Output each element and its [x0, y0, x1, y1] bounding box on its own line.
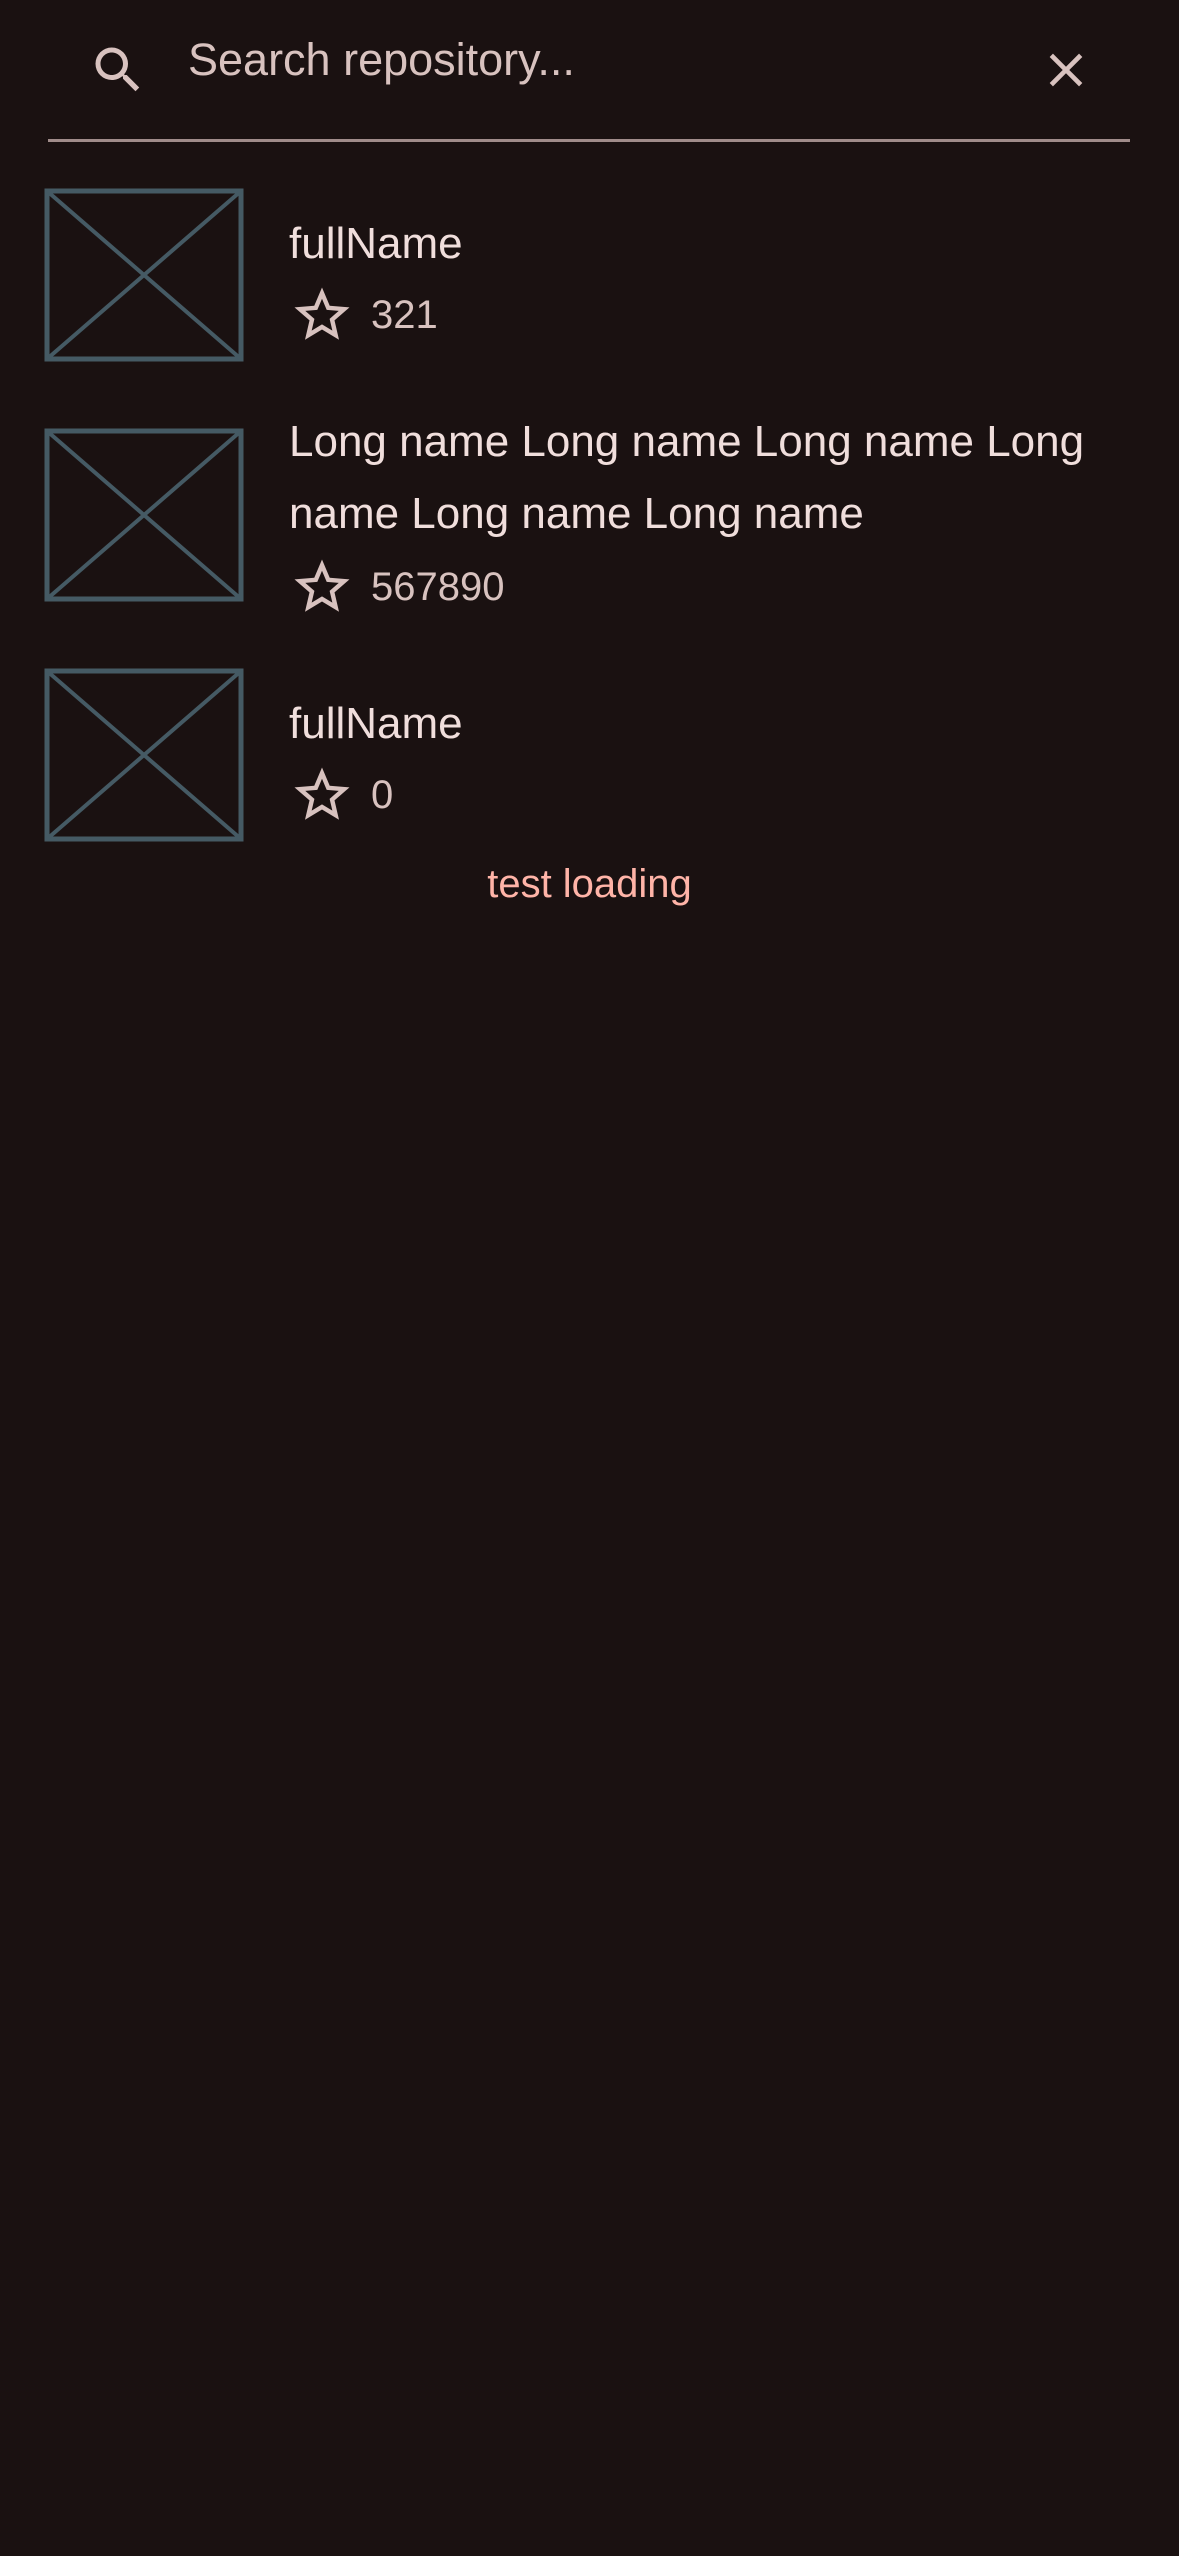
image-placeholder [44, 668, 244, 842]
star-count-row: 567890 [289, 554, 504, 620]
search-bar [48, 0, 1130, 142]
star-count-row: 0 [289, 762, 393, 828]
loading-text: test loading [487, 862, 692, 906]
close-icon [1049, 53, 1083, 87]
star-outline-icon [294, 767, 350, 820]
list-item[interactable]: fullName 321 [44, 188, 1144, 368]
star-count-row: 321 [289, 282, 438, 348]
image-placeholder [44, 428, 244, 602]
star-count: 321 [371, 292, 438, 337]
star-count: 567890 [371, 564, 505, 609]
star-outline-icon [294, 559, 350, 612]
list-item[interactable]: Long name Long name Long name Long name … [44, 417, 1144, 612]
image-placeholder [44, 188, 244, 362]
list-item[interactable]: fullName 0 [44, 668, 1144, 848]
repo-name: fullName [289, 219, 463, 268]
repo-name: Long name Long name Long name Long name … [289, 417, 1085, 538]
search-icon [95, 47, 140, 92]
search-input[interactable] [188, 20, 1008, 100]
star-outline-icon [294, 287, 350, 340]
clear-search-button[interactable] [1026, 30, 1106, 110]
star-count: 0 [371, 772, 394, 817]
repo-name: fullName [289, 699, 463, 748]
